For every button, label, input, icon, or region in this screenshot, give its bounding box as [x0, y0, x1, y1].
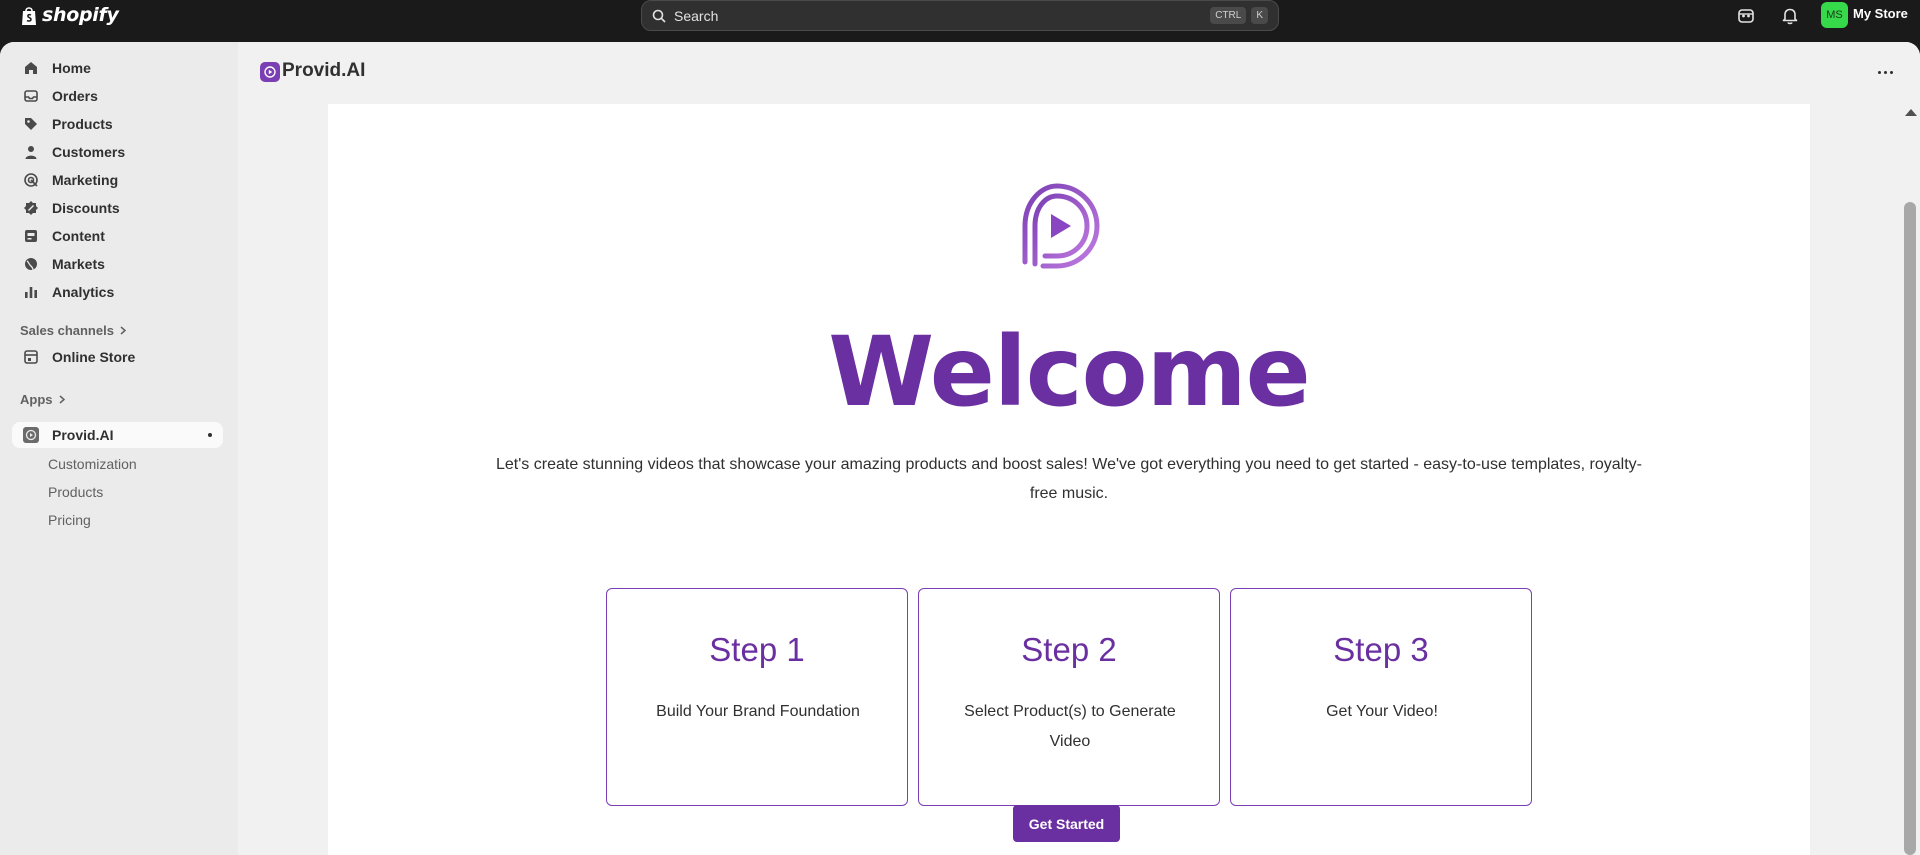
home-icon — [22, 59, 40, 77]
step-card-1: Step 1 Build Your Brand Foundation — [606, 588, 908, 806]
step-title: Step 3 — [1333, 631, 1429, 668]
chevron-right-icon — [120, 326, 126, 335]
sidebar-item-label: Discounts — [52, 200, 120, 216]
sidebar-item-label: Marketing — [52, 172, 119, 188]
shortcut-key-ctrl: CTRL — [1210, 7, 1247, 24]
sidebar-subitem-products[interactable]: Products — [48, 484, 103, 500]
brand-name: shopify — [42, 4, 119, 26]
scrollbar[interactable] — [1900, 104, 1920, 855]
sidebar-item-online-store[interactable]: Online Store — [12, 344, 223, 370]
admin-shell: Home Orders Products Customers Marketing — [0, 42, 1920, 855]
scrollbar-thumb[interactable] — [1904, 202, 1916, 855]
provid-ai-app-icon — [22, 426, 40, 444]
scroll-up-arrow-icon[interactable] — [1905, 109, 1917, 116]
sidebar: Home Orders Products Customers Marketing — [0, 42, 238, 855]
provid-ai-logo-icon — [260, 62, 280, 82]
apps-label: Apps — [20, 392, 53, 407]
person-icon — [22, 143, 40, 161]
more-actions-button[interactable] — [1873, 62, 1897, 82]
sidebar-item-orders[interactable]: Orders — [12, 83, 223, 109]
sidebar-item-label: Content — [52, 228, 105, 244]
sidebar-item-label: Orders — [52, 88, 98, 104]
sidebar-item-analytics[interactable]: Analytics — [12, 279, 223, 305]
shortcut-key-k: K — [1251, 7, 1268, 24]
shopify-logo[interactable]: shopify — [20, 4, 119, 26]
inbox-icon — [22, 87, 40, 105]
sidebar-subitem-pricing[interactable]: Pricing — [48, 512, 91, 528]
sidebar-item-marketing[interactable]: Marketing — [12, 167, 223, 193]
dot-icon — [1889, 70, 1893, 74]
sidebar-item-provid-ai[interactable]: Provid.AI — [12, 422, 223, 448]
app-content: Welcome Let's create stunning videos tha… — [328, 104, 1810, 855]
tag-icon — [22, 115, 40, 133]
apps-heading[interactable]: Apps — [20, 392, 65, 407]
store-icon — [22, 348, 40, 366]
step-description: Build Your Brand Foundation — [656, 703, 860, 720]
dot-icon — [1877, 70, 1881, 74]
sidebar-item-markets[interactable]: Markets — [12, 251, 223, 277]
notifications-button[interactable] — [1779, 5, 1801, 27]
step-card-3: Step 3 Get Your Video! — [1230, 588, 1532, 806]
sidebar-item-label: Home — [52, 60, 91, 76]
sidebar-item-customers[interactable]: Customers — [12, 139, 223, 165]
top-bar: shopify Search CTRL K MS My Store — [0, 0, 1920, 42]
sidebar-item-discounts[interactable]: Discounts — [12, 195, 223, 221]
dot-icon — [1883, 70, 1887, 74]
content-icon — [22, 227, 40, 245]
sidebar-item-label: Customers — [52, 144, 126, 160]
avatar[interactable]: MS — [1821, 2, 1848, 28]
sidebar-item-products[interactable]: Products — [12, 111, 223, 137]
intro-text: Let's create stunning videos that showca… — [496, 456, 1642, 502]
sidebar-item-label: Provid.AI — [52, 427, 114, 443]
sales-channels-heading[interactable]: Sales channels — [20, 323, 126, 338]
sidebar-item-label: Products — [52, 116, 113, 132]
search-icon — [652, 9, 666, 23]
app-title: Provid.AI — [282, 60, 366, 81]
discount-icon — [22, 199, 40, 217]
store-name[interactable]: My Store — [1853, 6, 1908, 21]
sidekick-icon — [1738, 9, 1754, 23]
sales-channels-label: Sales channels — [20, 323, 114, 338]
bell-icon — [1782, 8, 1798, 25]
step-card-2: Step 2 Select Product(s) to Generate Vid… — [918, 588, 1220, 806]
target-icon — [22, 171, 40, 189]
step-description: Select Product(s) to Generate Video — [964, 703, 1176, 750]
chevron-right-icon — [59, 395, 65, 404]
search-input[interactable]: Search — [674, 8, 1205, 24]
sidebar-item-content[interactable]: Content — [12, 223, 223, 249]
step-title: Step 1 — [709, 631, 805, 668]
sidebar-subitem-customization[interactable]: Customization — [48, 456, 137, 472]
step-title: Step 2 — [1021, 631, 1117, 668]
app-header: Provid.AI — [238, 42, 1920, 104]
pin-indicator[interactable] — [208, 433, 212, 437]
bar-chart-icon — [22, 283, 40, 301]
provid-ai-play-logo-icon — [1022, 183, 1100, 269]
sidebar-item-label: Analytics — [52, 284, 115, 300]
step-description: Get Your Video! — [1326, 703, 1438, 720]
search-bar[interactable]: Search CTRL K — [641, 0, 1279, 31]
sidekick-button[interactable] — [1735, 5, 1757, 27]
sidebar-item-home[interactable]: Home — [12, 55, 223, 81]
sidebar-item-label: Online Store — [52, 349, 136, 365]
shopify-bag-icon — [22, 6, 36, 25]
welcome-heading: Welcome — [828, 316, 1310, 428]
get-started-button[interactable]: Get Started — [1013, 805, 1120, 842]
globe-icon — [22, 255, 40, 273]
main-area: Provid.AI Welcome Let's create stunning … — [238, 42, 1920, 855]
sidebar-item-label: Markets — [52, 256, 105, 272]
